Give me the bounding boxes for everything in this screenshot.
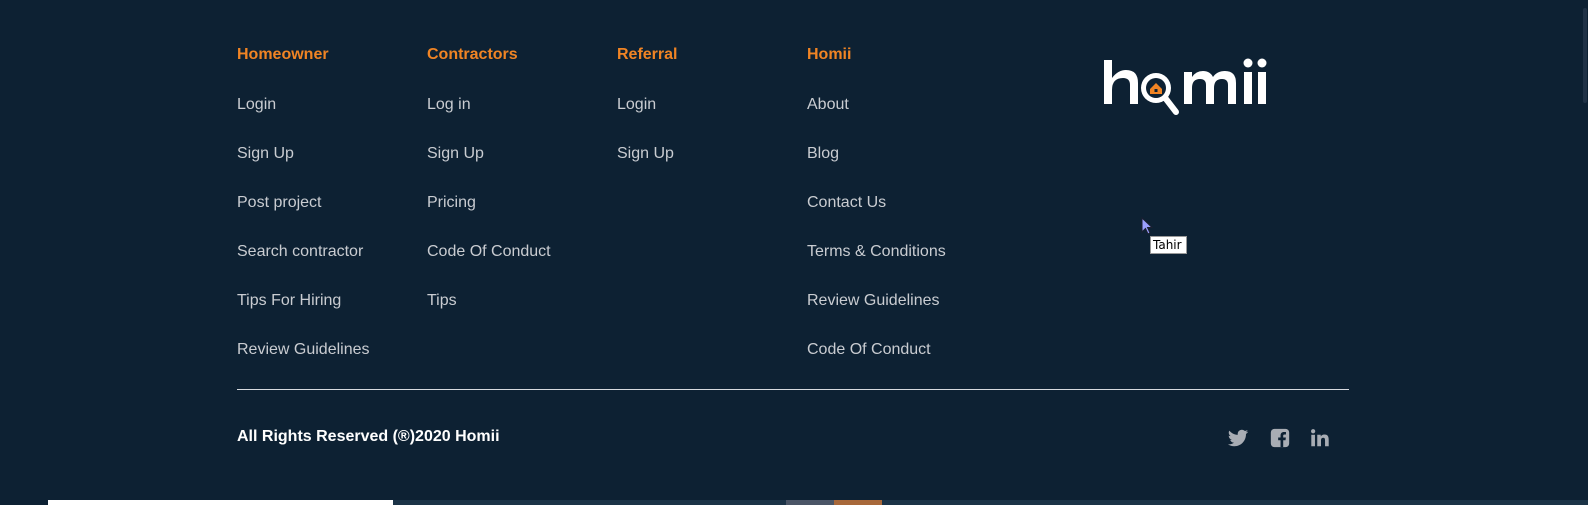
column-heading-homeowner: Homeowner [237, 46, 329, 63]
logo-graphic [1104, 58, 1267, 115]
footer-column-referral: Referral Login Sign Up [617, 44, 677, 192]
tips-for-hiring-link[interactable]: Tips For Hiring [237, 290, 370, 312]
twitter-link[interactable] [1227, 427, 1249, 449]
footer-column-homii: Homii About Blog Contact Us Terms & Cond… [807, 44, 946, 388]
scrollbar-thumb[interactable] [1583, 8, 1587, 103]
post-project-link[interactable]: Post project [237, 192, 370, 214]
footer-divider [237, 389, 1349, 390]
terms-conditions-link[interactable]: Terms & Conditions [807, 241, 946, 263]
vertical-scrollbar[interactable] [1581, 0, 1588, 505]
tips-link[interactable]: Tips [427, 290, 551, 312]
search-contractor-link[interactable]: Search contractor [237, 241, 370, 263]
contact-us-link[interactable]: Contact Us [807, 192, 946, 214]
mouse-cursor-icon [1141, 216, 1155, 237]
homii-review-guidelines-link[interactable]: Review Guidelines [807, 290, 946, 312]
copyright-text: All Rights Reserved (®)2020 Homii [237, 428, 500, 445]
footer-column-homeowner: Homeowner Login Sign Up Post project Sea… [237, 44, 370, 388]
column-heading-homii: Homii [807, 46, 852, 63]
homeowner-review-guidelines-link[interactable]: Review Guidelines [237, 339, 370, 361]
column-heading-referral: Referral [617, 46, 678, 63]
about-link[interactable]: About [807, 94, 946, 116]
homeowner-signup-link[interactable]: Sign Up [237, 143, 370, 165]
twitter-icon [1227, 429, 1249, 447]
linkedin-icon [1311, 429, 1329, 447]
contractor-login-link[interactable]: Log in [427, 94, 551, 116]
linkedin-link[interactable] [1309, 427, 1331, 449]
homii-code-of-conduct-link[interactable]: Code Of Conduct [807, 339, 946, 361]
contractor-signup-link[interactable]: Sign Up [427, 143, 551, 165]
facebook-icon [1270, 428, 1290, 448]
homeowner-login-link[interactable]: Login [237, 94, 370, 116]
pricing-link[interactable]: Pricing [427, 192, 551, 214]
footer-column-contractors: Contractors Log in Sign Up Pricing Code … [427, 44, 551, 339]
homii-logo[interactable]: homii [1100, 44, 1290, 134]
referral-signup-link[interactable]: Sign Up [617, 143, 677, 165]
facebook-link[interactable] [1269, 427, 1291, 449]
tooltip: Tahir [1150, 236, 1187, 254]
column-heading-contractors: Contractors [427, 46, 518, 63]
referral-login-link[interactable]: Login [617, 94, 677, 116]
blog-link[interactable]: Blog [807, 143, 946, 165]
contractor-code-of-conduct-link[interactable]: Code Of Conduct [427, 241, 551, 263]
bottom-edge-strip [0, 500, 1588, 505]
